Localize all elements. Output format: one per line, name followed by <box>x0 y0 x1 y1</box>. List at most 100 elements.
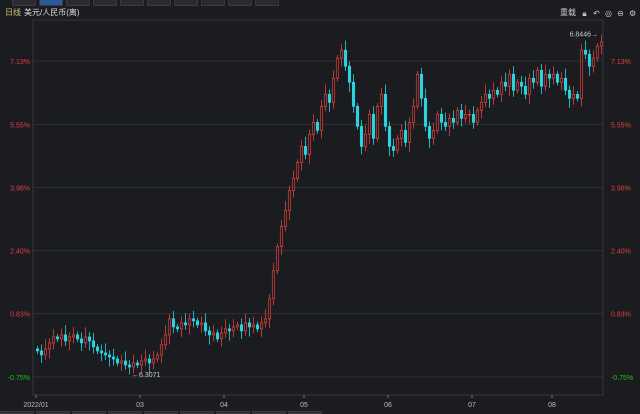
candle-body <box>95 346 100 352</box>
candle-body <box>291 178 296 191</box>
candle-body <box>319 105 324 131</box>
x-tick-label: 03 <box>136 402 144 409</box>
candle-body <box>139 360 144 366</box>
candle-body <box>507 73 512 87</box>
candle-body <box>67 336 72 342</box>
candle-body <box>307 134 312 155</box>
candle-body <box>399 130 404 139</box>
candle-body <box>155 354 160 360</box>
candle-body <box>339 49 344 59</box>
candle-body <box>335 57 340 79</box>
x-tick-label: 06 <box>384 402 392 409</box>
candle-body <box>371 113 376 139</box>
candle-body <box>483 93 488 103</box>
candle-body <box>195 320 200 326</box>
candle-body <box>259 322 264 330</box>
candle-body <box>219 332 224 340</box>
candle-body <box>243 322 248 332</box>
candle-body <box>563 77 568 91</box>
candle-body <box>111 356 116 360</box>
candle-body <box>247 322 252 328</box>
x-tick-label: 04 <box>220 402 228 409</box>
y-tick-label-left: 5.55% <box>10 122 30 129</box>
candle-body <box>71 334 76 338</box>
candle-body <box>415 73 420 107</box>
candle-body <box>119 360 124 364</box>
candle-body <box>151 358 156 364</box>
candle-body <box>51 336 56 344</box>
candle-body <box>523 85 528 95</box>
candle-body <box>519 81 524 87</box>
candle-body <box>287 190 292 211</box>
candle-body <box>311 122 316 135</box>
y-tick-label-right: 5.55% <box>611 122 631 129</box>
candle-body <box>459 109 464 119</box>
candle-body <box>295 162 300 179</box>
y-tick-label-right: 2.40% <box>611 249 631 256</box>
candle-body <box>267 298 272 320</box>
y-tick-label-right: 0.83% <box>611 312 631 319</box>
candle-body <box>59 334 64 340</box>
candle-body <box>475 109 480 123</box>
candle-body <box>271 270 276 300</box>
candle-body <box>127 364 132 368</box>
candle-body <box>447 117 452 127</box>
candle-body <box>419 73 424 99</box>
candle-body <box>207 330 212 336</box>
candle-body <box>215 332 220 340</box>
max-price-label: 6.8446→ <box>570 32 598 39</box>
plot-frame <box>32 19 604 396</box>
y-tick-label-left: 3.98% <box>10 185 30 192</box>
candle-body <box>387 126 392 147</box>
candle-body <box>159 344 164 356</box>
candle-body <box>487 93 492 99</box>
candle-body <box>83 336 88 344</box>
candle-body <box>239 324 244 332</box>
candle-body <box>495 89 500 95</box>
candle-body <box>383 93 388 127</box>
candle-body <box>435 113 440 131</box>
candle-body <box>543 73 548 87</box>
candle-body <box>455 109 460 123</box>
candle-body <box>559 77 564 83</box>
candle-body <box>555 73 560 83</box>
candle-body <box>491 89 496 99</box>
candle-body <box>183 322 188 326</box>
candle-body <box>355 105 360 127</box>
candle-body <box>75 334 80 340</box>
candle-body <box>223 328 228 334</box>
candle-body <box>251 324 256 328</box>
candle-body <box>443 122 448 127</box>
candle-body <box>331 77 336 103</box>
candle-body <box>431 130 436 139</box>
candle-body <box>351 81 356 107</box>
candle-body <box>199 322 204 326</box>
candle-body <box>583 49 588 55</box>
candle-body <box>551 73 556 79</box>
candle-body <box>55 336 60 340</box>
candle-body <box>527 77 532 95</box>
candle-body <box>515 81 520 91</box>
candle-body <box>391 146 396 151</box>
candle-body <box>595 45 600 59</box>
candle-body <box>439 113 444 123</box>
candle-body <box>315 122 320 131</box>
candle-body <box>599 41 604 47</box>
candle-body <box>375 105 380 139</box>
candle-body <box>503 81 508 87</box>
y-tick-label-left: 2.40% <box>10 249 30 256</box>
candle-body <box>235 324 240 328</box>
candle-body <box>359 126 364 147</box>
candle-body <box>479 101 484 111</box>
candle-body <box>531 77 536 83</box>
candle-body <box>227 328 232 332</box>
x-tick-label: 08 <box>548 402 556 409</box>
candle-body <box>191 318 196 322</box>
candle-body <box>347 65 352 83</box>
x-tick-label: 07 <box>468 402 476 409</box>
candle-body <box>343 49 348 67</box>
candle-body <box>203 322 208 332</box>
candle-body <box>107 354 112 358</box>
candle-body <box>43 348 48 356</box>
y-tick-label-right: -0.75% <box>611 375 633 382</box>
